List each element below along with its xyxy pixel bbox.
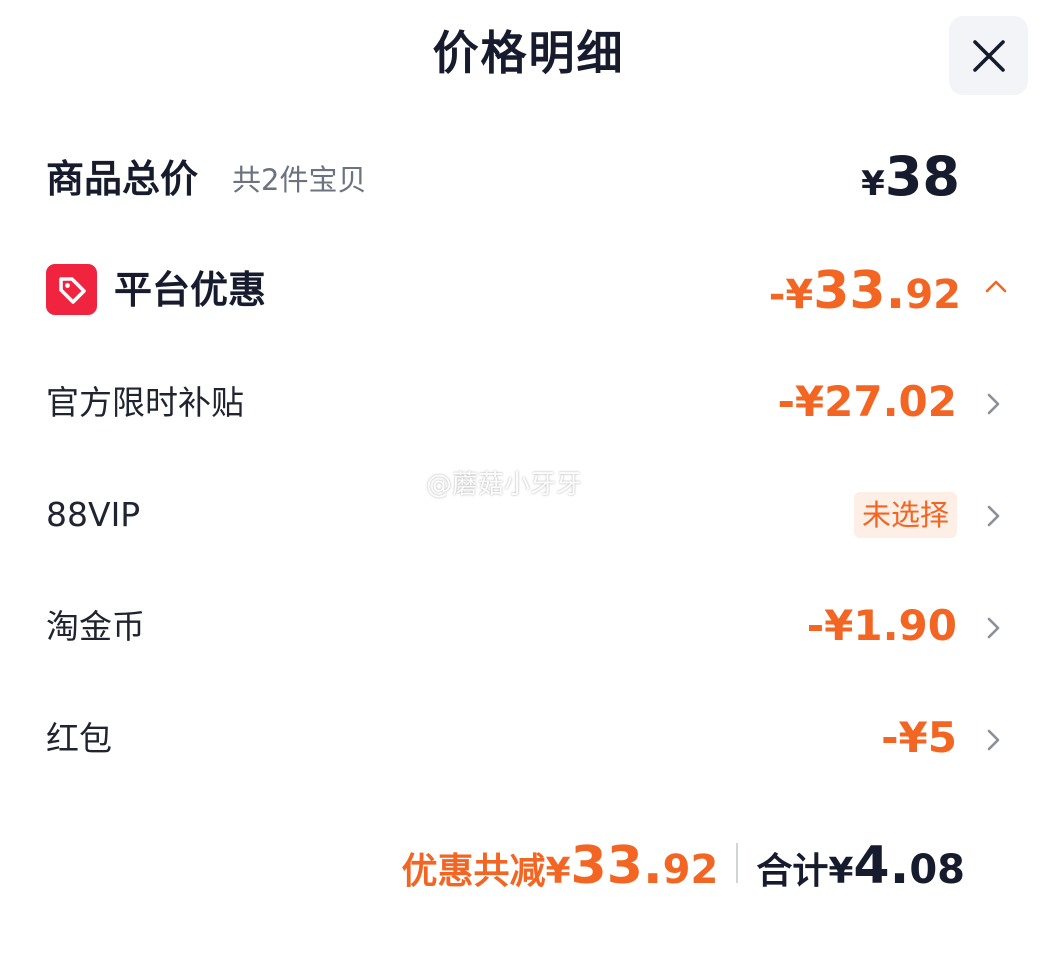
tag-icon <box>46 264 97 315</box>
platform-discount-row[interactable]: 平台优惠 -¥33.92 <box>46 252 1009 332</box>
item-count-text: 共2件宝贝 <box>232 163 367 197</box>
chevron-right-icon <box>987 393 1000 415</box>
platform-discount-amount: -¥33.92 <box>769 256 961 338</box>
platform-discount-dec: 92 <box>905 272 961 318</box>
row-official-subsidy[interactable]: 官方限时补贴 -¥27.02 <box>46 364 1005 444</box>
chevron-up-icon[interactable] <box>983 274 1009 300</box>
row-label: 淘金币 <box>46 607 145 646</box>
total-price-value: 38 <box>884 145 960 208</box>
watermark: @蘑菇小牙牙 <box>426 470 583 500</box>
row-label: 官方限时补贴 <box>46 383 244 422</box>
row-amount: -¥5 <box>881 713 957 762</box>
minus-currency: -¥ <box>768 272 814 318</box>
row-amount: -¥27.02 <box>777 377 957 426</box>
chevron-right-icon <box>987 617 1000 639</box>
sum-currency: ¥ <box>828 851 854 892</box>
page-title: 价格明细 <box>432 26 625 80</box>
row-red-packet[interactable]: 红包 -¥5 <box>46 700 1005 780</box>
row-label: 88VIP <box>46 495 141 534</box>
footer-divider <box>736 843 739 883</box>
chevron-right-icon <box>987 729 1000 751</box>
row-taojinbi[interactable]: 淘金币 -¥1.90 <box>46 588 1005 668</box>
close-icon <box>972 39 1005 72</box>
discount-total-dec: 92 <box>662 847 719 893</box>
footer-summary: 优惠共减¥33.92 合计¥4.08 <box>401 836 965 906</box>
sum-dec: 08 <box>909 847 965 893</box>
total-price-amount: ¥38 <box>861 142 960 225</box>
row-label: 红包 <box>46 719 112 758</box>
chevron-right-icon <box>987 505 1000 527</box>
total-price-label: 商品总价 <box>46 157 199 201</box>
discount-total-int: 33. <box>570 836 663 896</box>
discount-currency: ¥ <box>545 851 571 892</box>
discount-total-label: 优惠共减 <box>401 851 546 892</box>
currency-symbol: ¥ <box>861 164 885 204</box>
platform-discount-label: 平台优惠 <box>114 268 267 312</box>
row-amount: -¥1.90 <box>806 601 957 650</box>
close-button[interactable] <box>949 16 1028 95</box>
sum-label: 合计 <box>756 851 829 892</box>
total-price-row: 商品总价 共2件宝贝 ¥38 <box>46 140 960 220</box>
price-detail-sheet: 价格明细 商品总价 共2件宝贝 ¥38 平台优惠 -¥33.92 官方限时补贴 … <box>0 0 1057 960</box>
not-selected-badge: 未选择 <box>853 492 957 538</box>
sum-int: 4. <box>853 836 910 896</box>
platform-discount-int: 33. <box>813 261 906 321</box>
